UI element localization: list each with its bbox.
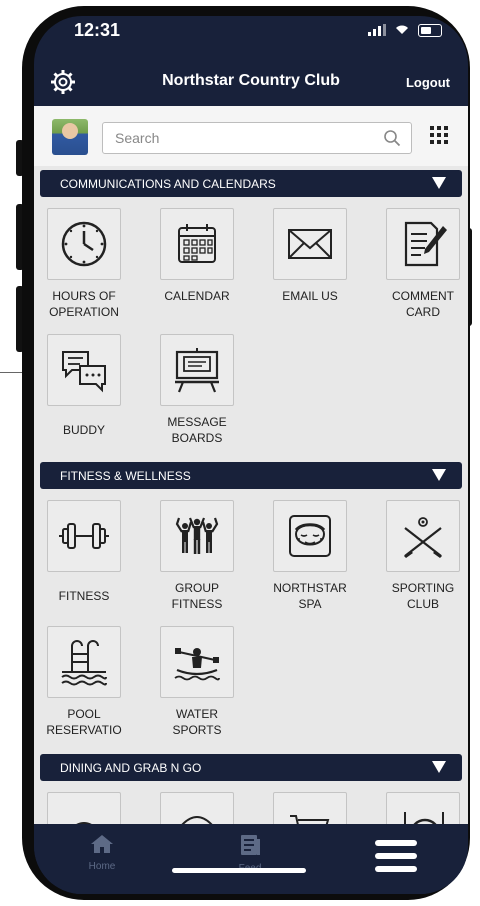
- feed-icon: [241, 835, 260, 855]
- search-placeholder: Search: [115, 130, 160, 146]
- section-header-fitness[interactable]: FITNESS & WELLNESS: [40, 462, 462, 489]
- collapse-arrow-icon[interactable]: [432, 761, 446, 773]
- dumbbell-icon: [59, 523, 109, 549]
- tile-fitness[interactable]: FITNESS: [34, 500, 140, 620]
- section-title: DINING AND GRAB N GO: [60, 761, 202, 775]
- pool-ladder-icon: [61, 640, 107, 686]
- search-input[interactable]: Search: [102, 122, 412, 154]
- hamburger-menu-icon: [375, 840, 417, 872]
- status-icons: [368, 23, 442, 37]
- tile-group-fitness[interactable]: GROUP FITNESS: [141, 500, 253, 620]
- comment-card-icon: [404, 221, 447, 267]
- battery-icon: [418, 23, 442, 37]
- app-screen: 12:31 Northstar Country Club Logout Sear…: [34, 16, 468, 894]
- tile-hours-of-operation[interactable]: HOURS OF OPERATION: [34, 208, 140, 328]
- tile-label: SPORTING CLUB: [391, 581, 455, 611]
- chat-bubbles-icon: [62, 351, 106, 393]
- tile-label: EMAIL US: [282, 289, 338, 303]
- tile-calendar[interactable]: CALENDAR: [141, 208, 253, 328]
- content-area: COMMUNICATIONS AND CALENDARS HOURS OF OP…: [34, 166, 468, 824]
- signal-icon: [368, 24, 386, 36]
- kayak-icon: [174, 648, 220, 681]
- tile-label: CALENDAR: [164, 289, 230, 303]
- group-fitness-icon: [175, 517, 219, 554]
- tile-label: BUDDY: [62, 423, 105, 437]
- tile-label: MESSAGE BOARDS: [167, 415, 227, 445]
- tile-pool-reservation[interactable]: POOL RESERVATIO: [34, 626, 140, 746]
- collapse-arrow-icon[interactable]: [432, 177, 446, 189]
- home-icon: [91, 835, 113, 853]
- envelope-icon: [288, 229, 332, 259]
- nav-home-label: Home: [88, 861, 116, 872]
- tile-restaurant[interactable]: [367, 792, 468, 824]
- section-header-communications[interactable]: COMMUNICATIONS AND CALENDARS: [40, 170, 462, 197]
- tile-email-us[interactable]: EMAIL US: [254, 208, 366, 328]
- section-header-dining[interactable]: DINING AND GRAB N GO: [40, 754, 462, 781]
- search-icon[interactable]: [383, 129, 401, 147]
- tile-message-boards[interactable]: MESSAGE BOARDS: [141, 334, 253, 454]
- message-board-icon: [175, 348, 219, 393]
- tile-label: HOURS OF OPERATION: [49, 289, 119, 319]
- spa-face-icon: [289, 515, 331, 557]
- status-bar: 12:31: [34, 16, 468, 50]
- app-title: Northstar Country Club: [162, 72, 340, 89]
- apps-grid-icon[interactable]: [430, 126, 448, 144]
- tile-burger[interactable]: [141, 792, 253, 824]
- crossed-rifles-icon: [404, 517, 442, 558]
- search-row: Search: [34, 106, 468, 166]
- cart-icon: [290, 815, 330, 824]
- tile-label: GROUP FITNESS: [171, 581, 223, 611]
- tile-water-sports[interactable]: WATER SPORTS: [141, 626, 253, 746]
- section-title: FITNESS & WELLNESS: [60, 469, 191, 483]
- bottom-nav: Home Feed: [34, 824, 468, 894]
- wifi-icon: [394, 23, 410, 37]
- tile-northstar-spa[interactable]: NORTHSTAR SPA: [254, 500, 366, 620]
- burger-icon: [181, 816, 213, 824]
- tile-label: POOL RESERVATIO: [46, 707, 122, 737]
- tile-sporting-club[interactable]: SPORTING CLUB: [367, 500, 468, 620]
- plate-icon: [404, 812, 444, 824]
- tile-label: WATER SPORTS: [172, 707, 222, 737]
- app-header: Northstar Country Club Logout: [34, 60, 468, 106]
- tile-label: NORTHSTAR SPA: [273, 581, 347, 611]
- calendar-icon: [178, 224, 216, 263]
- tile-label: COMMENT CARD: [392, 289, 454, 319]
- tile-buddy[interactable]: BUDDY: [34, 334, 140, 454]
- tile-grab-n-go[interactable]: [254, 792, 366, 824]
- logout-button[interactable]: Logout: [406, 75, 450, 90]
- tile-label: FITNESS: [58, 589, 110, 603]
- section-title: COMMUNICATIONS AND CALENDARS: [60, 177, 276, 191]
- home-indicator: [172, 868, 306, 873]
- menu-button[interactable]: [356, 840, 436, 877]
- avatar[interactable]: [52, 119, 88, 155]
- collapse-arrow-icon[interactable]: [432, 469, 446, 481]
- dining-icon: [76, 822, 92, 824]
- tile-comment-card[interactable]: COMMENT CARD: [367, 208, 468, 328]
- tile-dining[interactable]: [34, 792, 140, 824]
- clock-icon: [61, 221, 107, 267]
- status-time: 12:31: [74, 20, 121, 40]
- nav-home[interactable]: Home: [62, 834, 142, 872]
